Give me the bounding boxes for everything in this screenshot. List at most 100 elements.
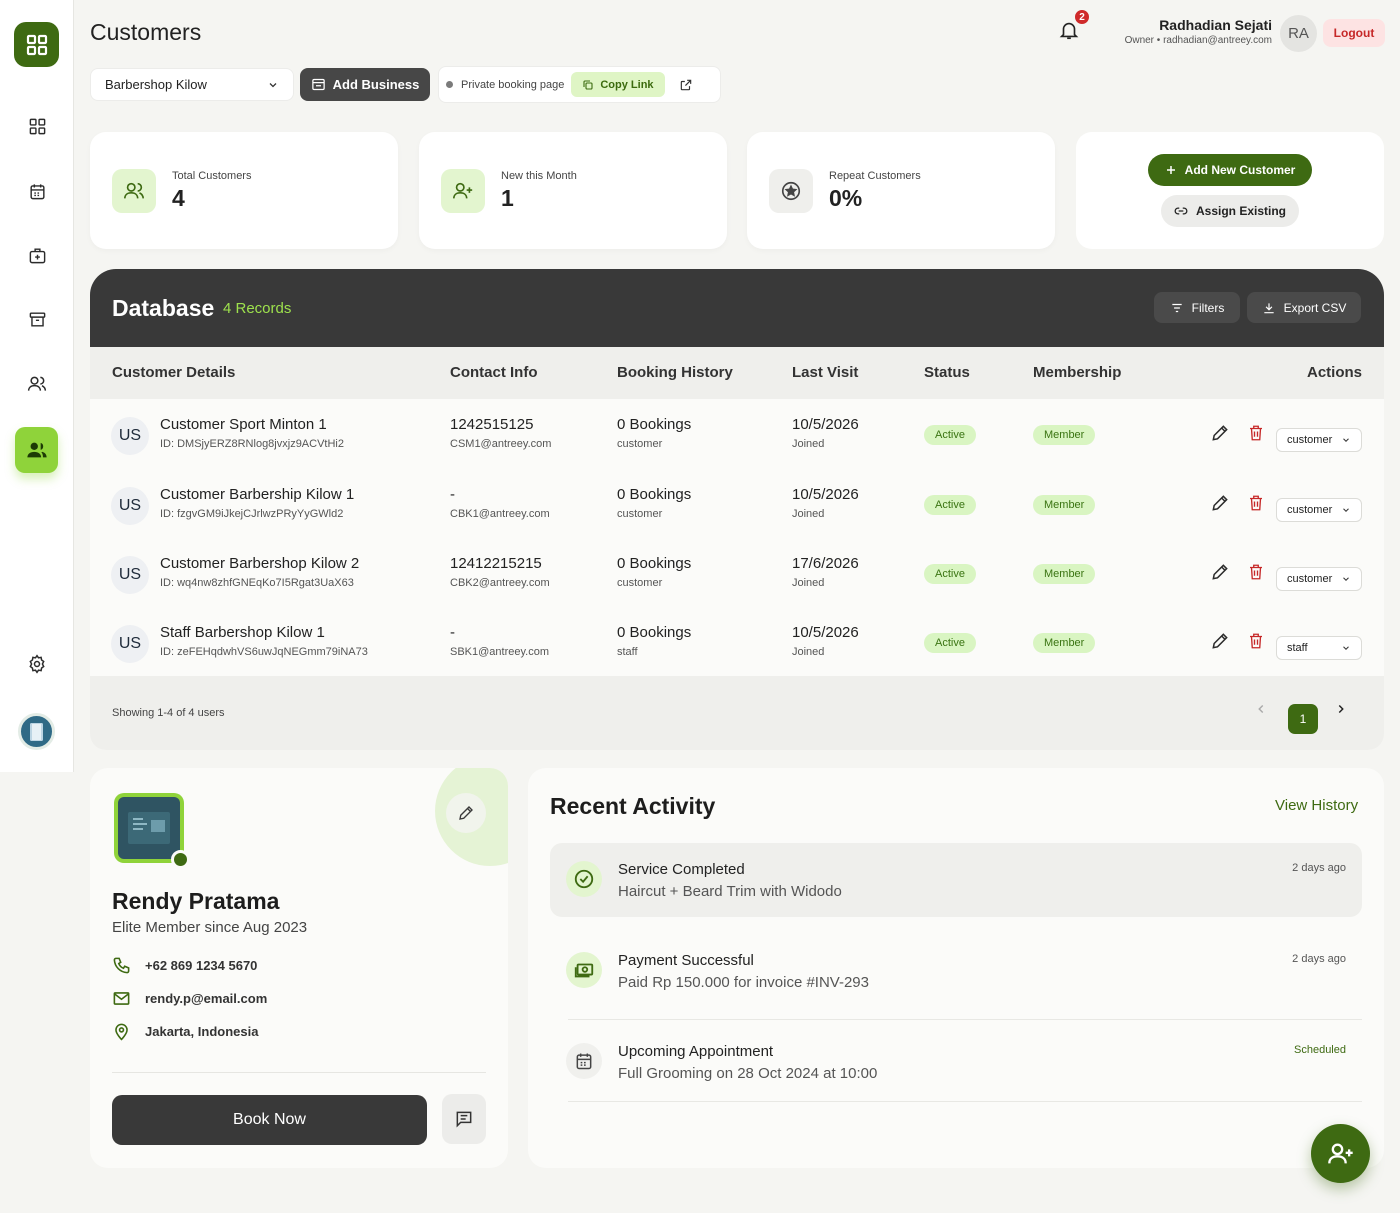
table-row[interactable]: US Staff Barbershop Kilow 1 ID: zeFEHqdw… bbox=[90, 607, 1384, 676]
table-row[interactable]: US Customer Barbership Kilow 1 ID: fzgvG… bbox=[90, 469, 1384, 538]
booking-count: 0 Bookings bbox=[617, 624, 692, 641]
recent-activity-card: Recent Activity View History Service Com… bbox=[528, 768, 1384, 1168]
last-visit-date: 10/5/2026 bbox=[792, 624, 859, 641]
prev-page-button[interactable] bbox=[1254, 702, 1268, 716]
nav-dashboard[interactable] bbox=[21, 110, 53, 142]
profile-phone[interactable]: +62 869 1234 5670 bbox=[112, 956, 257, 975]
sidebar-avatar[interactable] bbox=[18, 713, 55, 750]
database-title: Database bbox=[112, 295, 215, 321]
delete-button[interactable] bbox=[1247, 493, 1265, 513]
delete-button[interactable] bbox=[1247, 423, 1265, 443]
profile-location-text: Jakarta, Indonesia bbox=[145, 1024, 259, 1039]
last-visit-date: 17/6/2026 bbox=[792, 555, 859, 572]
customer-id: ID: wq4nw8zhfGNEqKo7I5Rgat3UaX63 bbox=[160, 577, 354, 589]
customer-avatar: US bbox=[111, 625, 149, 663]
assign-existing-button[interactable]: Assign Existing bbox=[1161, 195, 1299, 227]
stat-label: New this Month bbox=[501, 170, 577, 182]
chevron-down-icon bbox=[1343, 438, 1349, 442]
contact-phone: 12412215215 bbox=[450, 555, 542, 572]
briefcase-plus-icon bbox=[29, 247, 45, 263]
chevron-down-icon bbox=[269, 82, 277, 87]
phone-icon bbox=[113, 957, 130, 974]
message-button[interactable] bbox=[442, 1094, 486, 1144]
logout-button[interactable]: Logout bbox=[1323, 19, 1385, 47]
customer-name: Customer Barbership Kilow 1 bbox=[160, 486, 355, 503]
activity-icon-wrap bbox=[566, 952, 602, 988]
delete-button[interactable] bbox=[1247, 562, 1265, 582]
view-history-link[interactable]: View History bbox=[1275, 797, 1358, 814]
table-row[interactable]: US Customer Sport Minton 1 ID: DMSjyERZ8… bbox=[90, 399, 1384, 468]
activity-item[interactable]: Service Completed Haircut + Beard Trim w… bbox=[550, 843, 1362, 917]
booking-count: 0 Bookings bbox=[617, 416, 692, 433]
table-row[interactable]: US Customer Barbershop Kilow 2 ID: wq4nw… bbox=[90, 538, 1384, 607]
nav-staff[interactable] bbox=[21, 368, 53, 400]
nav-services[interactable] bbox=[21, 239, 53, 271]
page-number-button[interactable]: 1 bbox=[1288, 704, 1318, 734]
edit-button[interactable] bbox=[1210, 493, 1230, 513]
role-select-value: customer bbox=[1287, 573, 1333, 585]
check-circle-icon bbox=[574, 869, 594, 889]
open-external-link[interactable] bbox=[679, 78, 693, 92]
add-new-customer-button[interactable]: Add New Customer bbox=[1148, 154, 1312, 186]
profile-email[interactable]: rendy.p@email.com bbox=[112, 989, 267, 1008]
customer-name: Staff Barbershop Kilow 1 bbox=[160, 624, 325, 641]
next-page-button[interactable] bbox=[1334, 702, 1348, 716]
page-title: Customers bbox=[90, 19, 202, 45]
status-dot bbox=[446, 81, 453, 88]
plus-icon bbox=[1166, 166, 1175, 174]
profile-membership: Elite Member since Aug 2023 bbox=[112, 919, 308, 936]
contact-email: CBK2@antreey.com bbox=[450, 577, 550, 589]
nav-customers[interactable] bbox=[15, 427, 58, 473]
edit-button[interactable] bbox=[1210, 631, 1230, 651]
add-business-button[interactable]: Add Business bbox=[300, 68, 430, 101]
activity-item[interactable]: Upcoming Appointment Full Grooming on 28… bbox=[550, 1025, 1362, 1099]
column-header: Customer Details bbox=[112, 364, 236, 381]
role-select[interactable]: customer bbox=[1276, 498, 1362, 522]
booking-role: staff bbox=[617, 646, 638, 658]
book-now-button[interactable]: Book Now bbox=[112, 1095, 427, 1145]
user-plus-icon bbox=[1327, 1143, 1353, 1163]
edit-button[interactable] bbox=[1210, 562, 1230, 582]
app-logo[interactable] bbox=[14, 22, 59, 67]
last-visit-date: 10/5/2026 bbox=[792, 486, 859, 503]
store-icon bbox=[311, 78, 325, 91]
export-csv-button[interactable]: Export CSV bbox=[1247, 292, 1361, 323]
nav-settings[interactable] bbox=[21, 648, 53, 680]
activity-title-text: Upcoming Appointment bbox=[618, 1043, 774, 1060]
pencil-icon bbox=[1212, 495, 1228, 511]
add-new-customer-label: Add New Customer bbox=[1184, 163, 1296, 177]
pagination-summary: Showing 1-4 of 4 users bbox=[112, 707, 225, 719]
business-select[interactable]: Barbershop Kilow bbox=[90, 68, 294, 101]
role-select[interactable]: customer bbox=[1276, 428, 1362, 452]
filter-icon bbox=[1171, 303, 1182, 312]
edit-button[interactable] bbox=[1210, 423, 1230, 443]
activity-icon-wrap bbox=[566, 861, 602, 897]
customer-id: ID: fzgvGM9iJkejCJrlwzPRyYyGWld2 bbox=[160, 508, 344, 520]
customer-name: Customer Sport Minton 1 bbox=[160, 416, 327, 433]
activity-item[interactable]: Payment Successful Paid Rp 150.000 for i… bbox=[550, 934, 1362, 1008]
role-select[interactable]: customer bbox=[1276, 567, 1362, 591]
customer-profile-card: Rendy Pratama Elite Member since Aug 202… bbox=[90, 768, 508, 1168]
stat-card-repeat-customers: Repeat Customers 0% bbox=[747, 132, 1055, 249]
divider bbox=[568, 1019, 1362, 1020]
role-select[interactable]: staff bbox=[1276, 636, 1362, 660]
assign-existing-label: Assign Existing bbox=[1195, 204, 1287, 218]
map-pin-icon bbox=[115, 1023, 128, 1041]
nav-archive[interactable] bbox=[21, 303, 53, 335]
edit-profile-button[interactable] bbox=[446, 793, 486, 833]
chevron-down-icon bbox=[1343, 508, 1349, 512]
last-visit-sub: Joined bbox=[792, 577, 825, 589]
role-select-value: customer bbox=[1287, 434, 1333, 446]
user-avatar[interactable]: RA bbox=[1280, 15, 1317, 52]
add-customer-fab[interactable] bbox=[1311, 1124, 1370, 1183]
grid-logo-icon bbox=[26, 34, 47, 55]
profile-location: Jakarta, Indonesia bbox=[112, 1022, 258, 1041]
users-icon bbox=[27, 376, 47, 391]
last-visit-sub: Joined bbox=[792, 508, 825, 520]
users-icon bbox=[124, 182, 144, 199]
copy-link-button[interactable]: Copy Link bbox=[571, 72, 665, 97]
stat-value: 4 bbox=[172, 185, 185, 211]
delete-button[interactable] bbox=[1247, 631, 1265, 651]
nav-calendar[interactable] bbox=[21, 175, 53, 207]
filters-button[interactable]: Filters bbox=[1154, 292, 1240, 323]
